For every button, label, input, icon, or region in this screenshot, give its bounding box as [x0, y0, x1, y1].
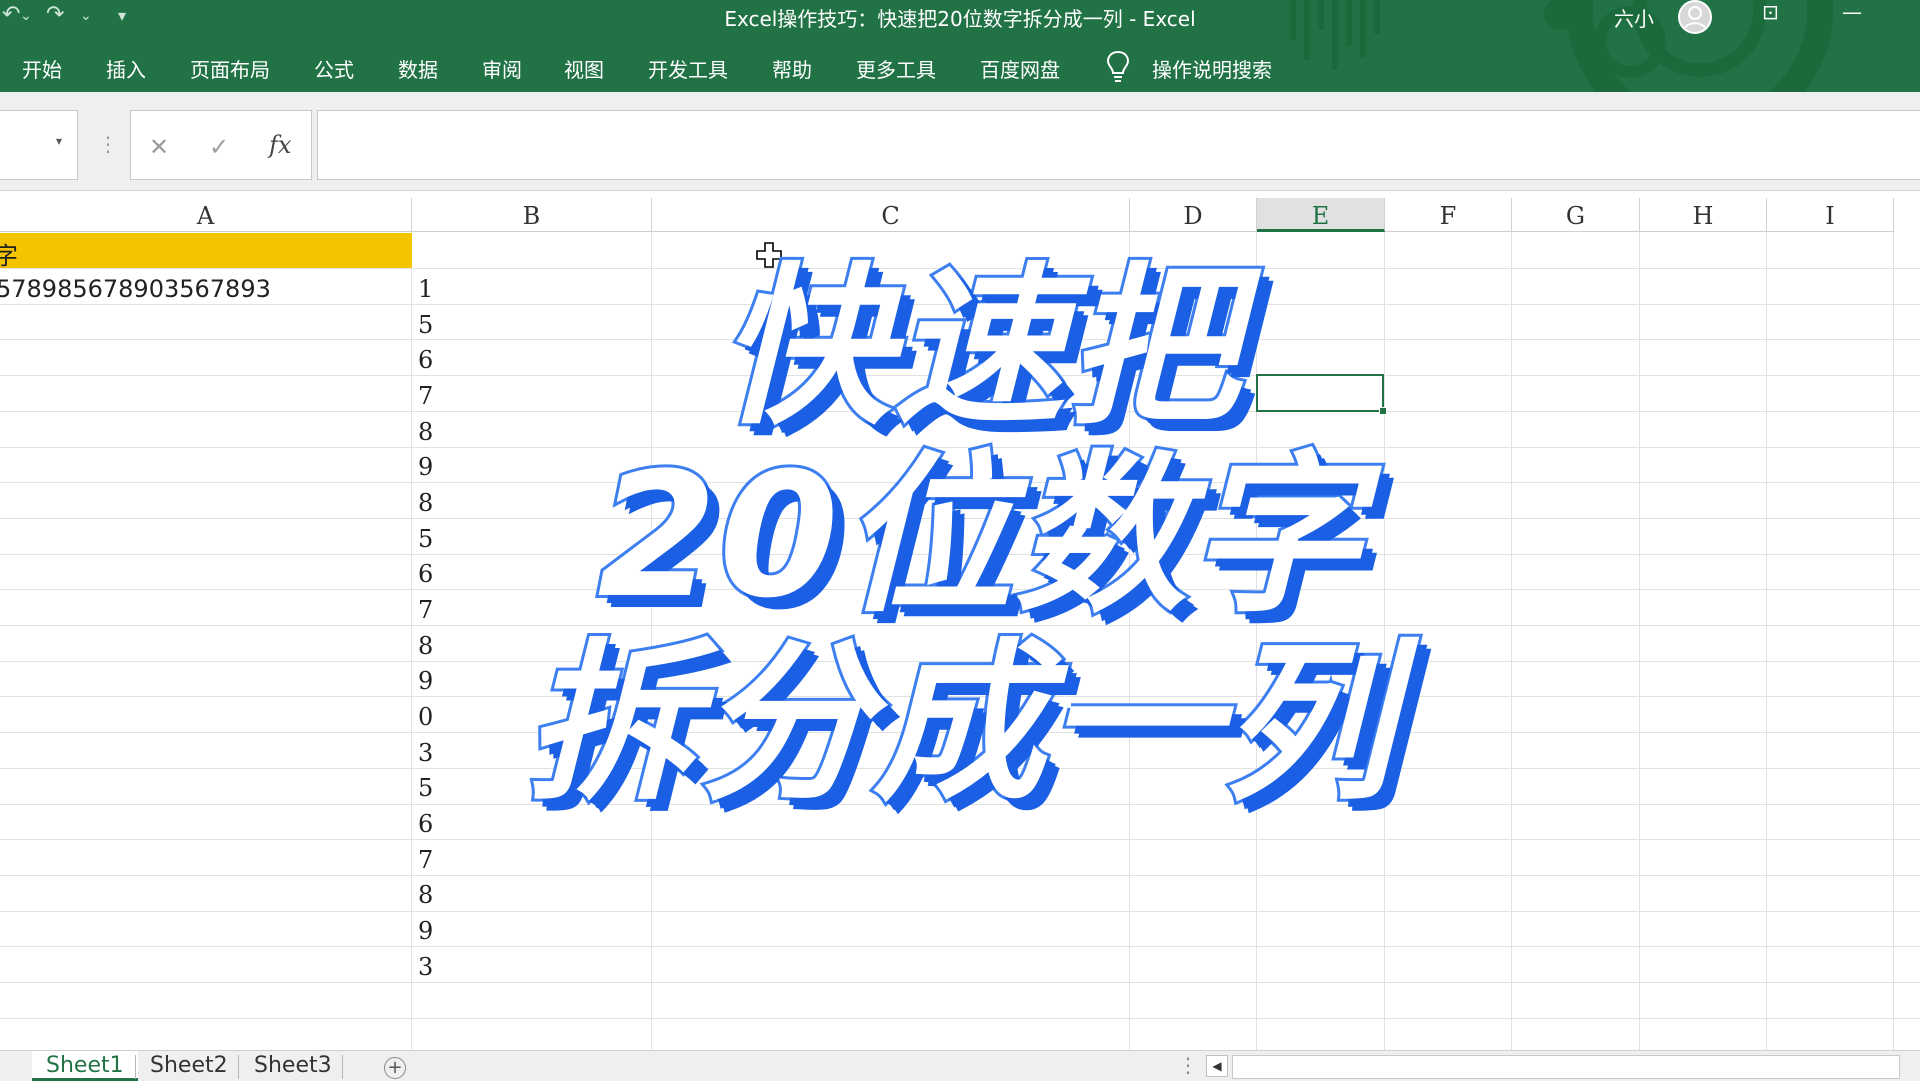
overlay-title-line-2: 20位数字 — [594, 435, 1363, 636]
formula-bar-resize-handle[interactable]: ⋮ — [98, 132, 118, 156]
tab-developer[interactable]: 开发工具 — [648, 54, 728, 83]
tab-formulas[interactable]: 公式 — [314, 54, 354, 83]
cell-b-value[interactable]: 3 — [418, 953, 433, 981]
column-header-b[interactable]: B — [412, 198, 652, 232]
column-header-d[interactable]: D — [1130, 198, 1257, 232]
sheet-tab-sheet3[interactable]: Sheet3 — [240, 1051, 346, 1081]
gridline — [0, 839, 1920, 841]
column-header-h[interactable]: H — [1640, 198, 1767, 232]
confirm-entry-icon[interactable]: ✓ — [209, 133, 229, 161]
cell-b-value[interactable]: 9 — [418, 917, 433, 945]
cancel-entry-icon[interactable]: ✕ — [149, 133, 169, 161]
column-header-e[interactable]: E — [1257, 198, 1385, 232]
tab-data[interactable]: 数据 — [398, 54, 438, 83]
scroll-left-icon[interactable]: ◀ — [1206, 1055, 1228, 1077]
gridline — [0, 874, 1920, 876]
tab-more-tools[interactable]: 更多工具 — [856, 54, 936, 83]
column-header-a[interactable]: A — [0, 198, 412, 232]
tab-view[interactable]: 视图 — [564, 54, 604, 83]
sheet-tab-separator — [238, 1055, 239, 1079]
add-sheet-button[interactable]: + — [384, 1057, 406, 1079]
column-header-f[interactable]: F — [1385, 198, 1512, 232]
cell-b-value[interactable]: 8 — [418, 881, 433, 909]
formula-input[interactable] — [317, 110, 1920, 180]
overlay-title-line-3: 拆分成一列 — [522, 623, 1396, 824]
user-name[interactable]: 六小 — [1614, 3, 1654, 32]
gridline — [0, 910, 1920, 912]
tab-insert[interactable]: 插入 — [106, 54, 146, 83]
overlay-title-line-1: 快速把 — [716, 247, 1242, 448]
gridline — [0, 982, 1920, 983]
ribbon-tabs: 开始 插入 页面布局 公式 数据 审阅 视图 开发工具 帮助 更多工具 百度网盘… — [0, 48, 1920, 88]
cell-b-value[interactable]: 7 — [418, 846, 433, 874]
tab-home[interactable]: 开始 — [22, 54, 62, 83]
tab-baidu-netdisk[interactable]: 百度网盘 — [980, 54, 1060, 83]
gridline — [0, 946, 1920, 948]
tab-review[interactable]: 审阅 — [482, 54, 522, 83]
lightbulb-icon — [1106, 50, 1130, 82]
horizontal-scrollbar[interactable] — [1232, 1055, 1900, 1079]
scroll-split-handle[interactable]: ⋮ — [1178, 1053, 1198, 1077]
tab-page-layout[interactable]: 页面布局 — [190, 54, 270, 83]
column-header-c[interactable]: C — [652, 198, 1130, 232]
ribbon-display-options-icon[interactable]: ⊡ — [1762, 0, 1779, 24]
name-box-dropdown-icon[interactable]: ▾ — [56, 134, 62, 148]
insert-function-icon[interactable]: fx — [269, 131, 291, 159]
sheet-tab-sheet1[interactable]: Sheet1 — [32, 1051, 138, 1081]
tab-help[interactable]: 帮助 — [772, 54, 812, 83]
formula-bar-buttons: ✕ ✓ fx — [130, 110, 312, 180]
formula-bar: ▾ ⋮ ✕ ✓ fx — [0, 92, 1920, 191]
tell-me-search[interactable]: 操作说明搜索 — [1152, 54, 1272, 83]
sheet-tab-separator — [342, 1055, 343, 1079]
cell-b-value[interactable]: 6 — [418, 810, 433, 838]
name-box[interactable] — [0, 110, 78, 180]
sheet-tab-bar: Sheet1 Sheet2 Sheet3 + ⋮ ◀ — [0, 1050, 1920, 1081]
column-header-g[interactable]: G — [1512, 198, 1640, 232]
gridline — [0, 1017, 1920, 1019]
title-bar: ↶ ⌄ ↷ ⌄ ▾ Excel操作技巧：快速把20位数字拆分成一列 - Exce… — [0, 0, 1920, 92]
sheet-tab-sheet2[interactable]: Sheet2 — [136, 1051, 242, 1081]
user-avatar-icon[interactable] — [1678, 0, 1712, 34]
column-header-i[interactable]: I — [1767, 198, 1894, 232]
minimize-icon[interactable]: — — [1842, 0, 1862, 24]
